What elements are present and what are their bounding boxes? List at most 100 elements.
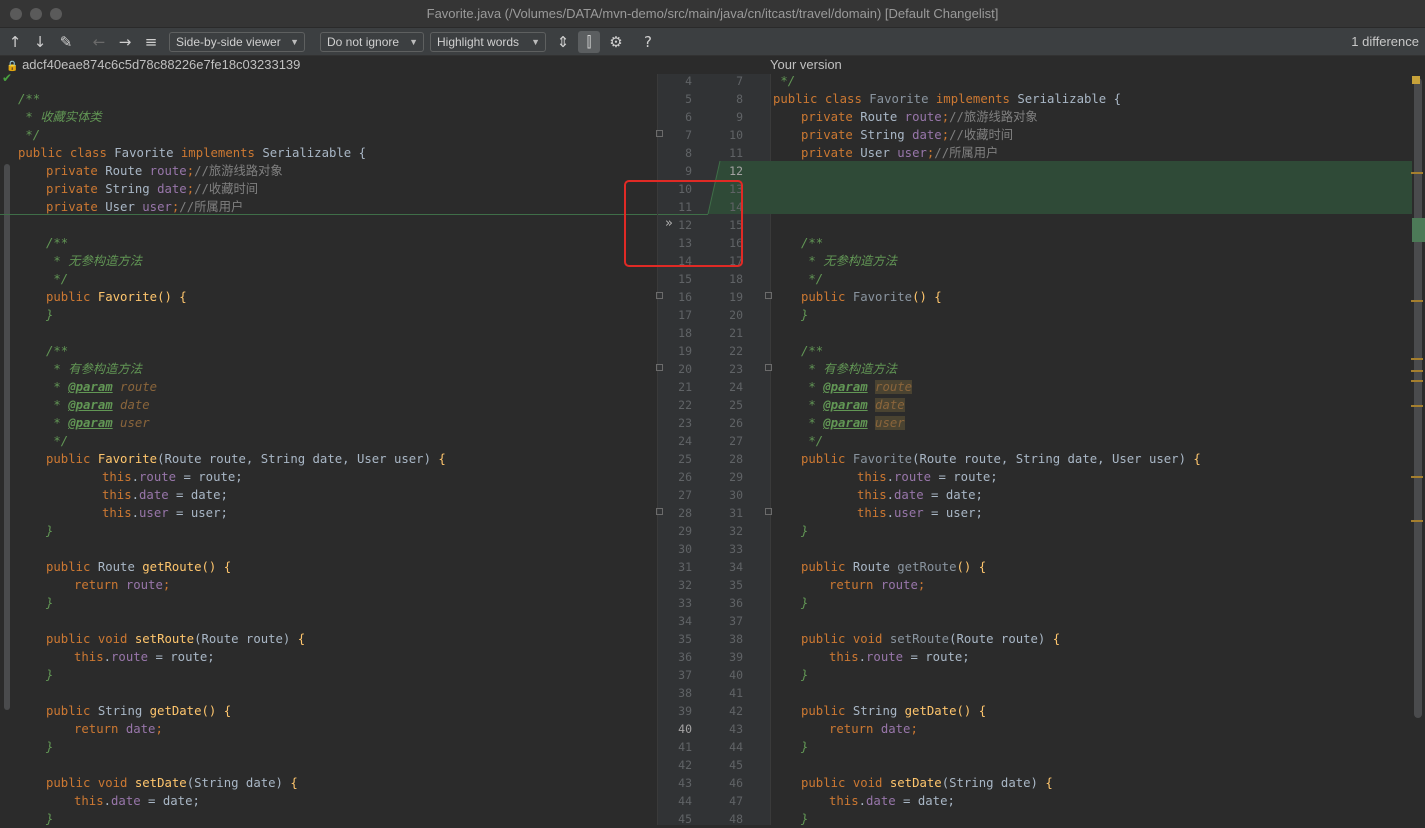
code-line: /** bbox=[46, 236, 69, 250]
code-line: */ bbox=[801, 434, 824, 448]
code-line: /** bbox=[801, 236, 824, 250]
scroll-marker bbox=[1411, 300, 1423, 302]
fold-marker[interactable] bbox=[656, 364, 663, 371]
help-button[interactable]: ? bbox=[637, 28, 659, 56]
gear-icon[interactable]: ⚙ bbox=[605, 28, 627, 56]
edit-icon[interactable]: ✎ bbox=[55, 28, 77, 56]
diff-scroll-marker bbox=[1412, 218, 1425, 242]
scrollbar-thumb[interactable] bbox=[1414, 78, 1422, 718]
line-number: 23 bbox=[729, 362, 743, 376]
code-line: * @param date bbox=[801, 398, 905, 412]
line-number: 23 bbox=[678, 416, 692, 430]
window-title: Favorite.java (/Volumes/DATA/mvn-demo/sr… bbox=[426, 6, 999, 21]
line-number: 48 bbox=[729, 812, 743, 826]
line-number: 43 bbox=[678, 776, 692, 790]
line-number: 39 bbox=[678, 704, 692, 718]
line-number: 12 bbox=[729, 164, 743, 178]
code-line: /** bbox=[801, 344, 824, 358]
code-line: private Route route;//旅游线路对象 bbox=[46, 164, 283, 178]
code-line: private String date;//收藏时间 bbox=[46, 182, 259, 196]
line-number: 29 bbox=[729, 470, 743, 484]
code-line: } bbox=[801, 596, 809, 610]
code-line: * @param date bbox=[46, 398, 150, 412]
line-number: 44 bbox=[729, 740, 743, 754]
code-line: } bbox=[46, 308, 54, 322]
line-number: 17 bbox=[678, 308, 692, 322]
code-line: */ bbox=[773, 74, 796, 88]
line-number: 24 bbox=[678, 434, 692, 448]
code-line: public void setRoute(Route route) { bbox=[801, 632, 1061, 646]
lock-icon: 🔒 bbox=[6, 61, 19, 72]
line-number: 35 bbox=[729, 578, 743, 592]
fold-marker[interactable] bbox=[656, 292, 663, 299]
code-line: } bbox=[801, 812, 809, 825]
highlight-select[interactable]: Highlight words ▼ bbox=[430, 32, 546, 52]
left-editor[interactable]: ✔ /** * 收藏实体类 */ public class Favorite i… bbox=[0, 74, 657, 825]
line-number: 30 bbox=[678, 542, 692, 556]
line-number: 38 bbox=[678, 686, 692, 700]
right-scrollbar[interactable] bbox=[1412, 74, 1425, 825]
left-panel-header: 🔒 adcf40eae874c6c5d78c88226e7fe18c032331… bbox=[6, 56, 300, 74]
line-number: 15 bbox=[678, 272, 692, 286]
line-number: 28 bbox=[729, 452, 743, 466]
line-number: 19 bbox=[729, 290, 743, 304]
fold-marker[interactable] bbox=[656, 508, 663, 515]
line-number: 21 bbox=[678, 380, 692, 394]
scroll-marker bbox=[1411, 476, 1423, 478]
line-number: 42 bbox=[678, 758, 692, 772]
code-line: public void setDate(String date) { bbox=[46, 776, 298, 790]
right-editor[interactable]: */ public class Favorite implements Seri… bbox=[769, 74, 1412, 825]
code-line: public String getDate() { bbox=[46, 704, 232, 718]
code-line: /** bbox=[46, 344, 69, 358]
code-line: public class Favorite implements Seriali… bbox=[18, 146, 367, 160]
line-number: 43 bbox=[729, 722, 743, 736]
fold-marker[interactable] bbox=[656, 130, 663, 137]
line-number: 20 bbox=[729, 308, 743, 322]
title-bar: Favorite.java (/Volumes/DATA/mvn-demo/sr… bbox=[0, 0, 1425, 28]
code-line: private User user;//所属用户 bbox=[801, 146, 999, 160]
code-line: private Route route;//旅游线路对象 bbox=[801, 110, 1038, 124]
code-line: * @param user bbox=[46, 416, 150, 430]
chevron-down-icon: ▼ bbox=[290, 37, 299, 47]
code-line: public Route getRoute() { bbox=[801, 560, 987, 574]
code-line: return route; bbox=[74, 578, 171, 592]
code-line: this.date = date; bbox=[829, 794, 955, 808]
code-line: public Route getRoute() { bbox=[46, 560, 232, 574]
code-line: * 有参构造方法 bbox=[46, 362, 142, 376]
arrow-up-icon[interactable]: ↑ bbox=[4, 28, 26, 56]
ignore-select-value: Do not ignore bbox=[327, 35, 400, 49]
line-number: 11 bbox=[729, 146, 743, 160]
line-number: 38 bbox=[729, 632, 743, 646]
code-line: return route; bbox=[829, 578, 926, 592]
code-line: /** bbox=[18, 92, 41, 106]
arrow-down-icon[interactable]: ↓ bbox=[29, 28, 51, 56]
code-line: * @param route bbox=[46, 380, 158, 394]
forward-icon[interactable]: → bbox=[114, 28, 136, 56]
code-line: public class Favorite implements Seriali… bbox=[773, 92, 1122, 106]
line-number: 26 bbox=[729, 416, 743, 430]
line-number: 26 bbox=[678, 470, 692, 484]
code-line: public Favorite(Route route, String date… bbox=[801, 452, 1201, 466]
code-line: public void setDate(String date) { bbox=[801, 776, 1053, 790]
scroll-marker bbox=[1411, 370, 1423, 372]
line-number: 18 bbox=[678, 326, 692, 340]
back-icon[interactable]: ← bbox=[88, 28, 110, 56]
line-number: 27 bbox=[729, 434, 743, 448]
annotation-highlight-box bbox=[624, 180, 743, 267]
ignore-select[interactable]: Do not ignore ▼ bbox=[320, 32, 424, 52]
code-line: } bbox=[801, 668, 809, 682]
code-line: this.route = route; bbox=[857, 470, 998, 484]
collapse-icon[interactable]: ⇕ bbox=[552, 28, 574, 56]
line-number: 7 bbox=[736, 74, 743, 88]
right-code: */ public class Favorite implements Seri… bbox=[769, 74, 1201, 825]
line-number: 33 bbox=[729, 542, 743, 556]
sync-scroll-icon[interactable]: ⫿ bbox=[578, 31, 600, 53]
code-line: public void setRoute(Route route) { bbox=[46, 632, 306, 646]
code-line: * 有参构造方法 bbox=[801, 362, 897, 376]
line-number: 9 bbox=[736, 110, 743, 124]
viewer-select[interactable]: Side-by-side viewer ▼ bbox=[169, 32, 305, 52]
list-icon[interactable]: ≡ bbox=[140, 28, 162, 56]
scroll-marker bbox=[1411, 380, 1423, 382]
code-line: this.date = date; bbox=[102, 488, 228, 502]
code-line: this.user = user; bbox=[102, 506, 228, 520]
